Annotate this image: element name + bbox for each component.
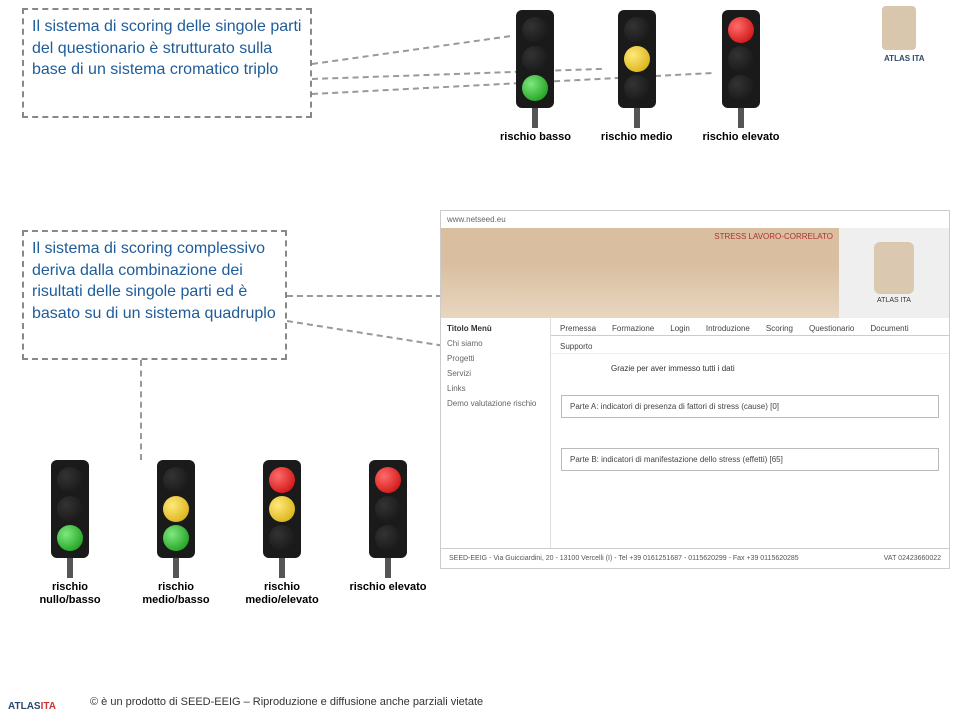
green-light-icon: [163, 525, 189, 551]
site-hero-image: STRESS LAVORO-CORRELATO: [441, 228, 839, 318]
part-b-box: Parte B: indicatori di manifestazione de…: [561, 448, 939, 471]
site-url: www.netseed.eu: [441, 211, 949, 228]
logo-text: ATLAS ITA: [884, 54, 925, 63]
yellow-light-icon: [269, 496, 295, 522]
label-high: rischio elevato: [702, 131, 779, 143]
red-light-icon: [269, 467, 295, 493]
site-logo-text: ATLAS ITA: [877, 297, 911, 304]
label-high2: rischio elevato: [346, 581, 430, 594]
connector-line: [140, 360, 142, 460]
green-light-icon: [57, 525, 83, 551]
yellow-light-icon: [163, 496, 189, 522]
tab[interactable]: Documenti: [867, 322, 911, 335]
red-light-icon: [375, 467, 401, 493]
label-med-high: rischio medio/elevato: [240, 581, 324, 606]
tab[interactable]: Formazione: [609, 322, 657, 335]
label-med-low: rischio medio/basso: [134, 581, 218, 606]
tab[interactable]: Questionario: [806, 322, 857, 335]
menu-item[interactable]: Progetti: [447, 354, 544, 363]
stress-label: STRESS LAVORO-CORRELATO: [714, 232, 833, 241]
menu-item[interactable]: Servizi: [447, 369, 544, 378]
traffic-light-high: rischio elevato: [702, 10, 779, 143]
description-text-quadruplo: Il sistema di scoring complessivo deriva…: [32, 238, 277, 324]
red-light-icon: [728, 17, 754, 43]
label-null-low: rischio nullo/basso: [28, 581, 112, 606]
traffic-light-med-low: rischio medio/basso: [134, 460, 218, 606]
bottom-brand: ATLASITA: [8, 701, 56, 712]
tab[interactable]: Scoring: [763, 322, 796, 335]
triplo-traffic-lights: rischio basso rischio medio rischio elev…: [500, 10, 780, 143]
menu-item[interactable]: Chi siamo: [447, 339, 544, 348]
site-logo-box: ATLAS ITA: [839, 228, 949, 318]
thanks-message: Grazie per aver immesso tutti i dati: [551, 354, 949, 387]
statue-icon: [874, 242, 914, 294]
traffic-light-high2: rischio elevato: [346, 460, 430, 606]
label-low: rischio basso: [500, 131, 571, 143]
site-sidebar: Titolo Menù Chi siamo Progetti Servizi L…: [441, 318, 551, 548]
description-box-quadruplo: Il sistema di scoring complessivo deriva…: [22, 230, 287, 360]
connector-line: [312, 35, 510, 65]
tab[interactable]: Introduzione: [703, 322, 753, 335]
footer-vat: VAT 02423660022: [884, 555, 941, 562]
yellow-light-icon: [624, 46, 650, 72]
tab[interactable]: Premessa: [557, 322, 599, 335]
traffic-light-medium: rischio medio: [601, 10, 673, 143]
traffic-light-low: rischio basso: [500, 10, 571, 143]
label-medium: rischio medio: [601, 131, 673, 143]
footer-address: SEED-EEIG - Via Guicciardini, 20 - 13100…: [449, 555, 799, 562]
tab[interactable]: Login: [667, 322, 693, 335]
statue-icon: [882, 6, 916, 50]
green-light-icon: [522, 75, 548, 101]
traffic-light-med-high: rischio medio/elevato: [240, 460, 324, 606]
copyright-text: © è un prodotto di SEED-EEIG – Riproduzi…: [90, 696, 483, 708]
tab-bar: Premessa Formazione Login Introduzione S…: [551, 318, 949, 336]
connector-line: [287, 295, 442, 297]
support-tab[interactable]: Supporto: [557, 340, 595, 353]
part-a-box: Parte A: indicatori di presenza di fatto…: [561, 395, 939, 418]
menu-title: Titolo Menù: [447, 324, 544, 333]
website-screenshot: www.netseed.eu STRESS LAVORO-CORRELATO A…: [440, 210, 950, 569]
atlas-logo: ATLAS ITA: [882, 6, 946, 70]
description-box-triplo: Il sistema di scoring delle singole part…: [22, 8, 312, 118]
traffic-light-null-low: rischio nullo/basso: [28, 460, 112, 606]
description-text-triplo: Il sistema di scoring delle singole part…: [32, 16, 302, 81]
menu-item[interactable]: Demo valutazione rischio: [447, 399, 544, 408]
quadruplo-traffic-lights: rischio nullo/basso rischio medio/basso …: [28, 460, 430, 606]
menu-item[interactable]: Links: [447, 384, 544, 393]
